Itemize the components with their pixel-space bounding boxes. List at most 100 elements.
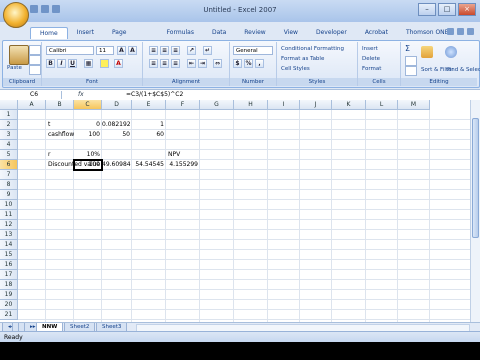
row-header-4[interactable]: 4 bbox=[0, 140, 18, 150]
row-header-7[interactable]: 7 bbox=[0, 170, 18, 180]
cell-f5[interactable]: NPV bbox=[168, 150, 180, 160]
worksheet-grid[interactable]: A B C D E F G H I J K L M 1 2 3 4 5 6 7 8 9 10 11 12 13 14 15 16 17 18… bbox=[0, 100, 470, 322]
row-header-12[interactable]: 12 bbox=[0, 220, 18, 230]
formula-input[interactable]: =C3/(1+$C$5)^C2 bbox=[126, 91, 183, 99]
row-header-19[interactable]: 19 bbox=[0, 290, 18, 300]
paste-button[interactable]: Paste bbox=[7, 65, 22, 71]
cell-b5[interactable]: r bbox=[48, 150, 50, 160]
vertical-scroll-thumb[interactable] bbox=[472, 118, 479, 238]
column-header-i[interactable]: I bbox=[268, 100, 300, 110]
cell-styles-button[interactable]: Cell Styles bbox=[281, 65, 310, 74]
save-icon[interactable] bbox=[30, 5, 38, 13]
cell-c2[interactable]: 0 bbox=[74, 120, 102, 130]
tab-home[interactable]: Home bbox=[30, 27, 68, 39]
column-header-h[interactable]: H bbox=[234, 100, 268, 110]
help-icon[interactable] bbox=[447, 28, 454, 35]
borders-icon[interactable]: ▦ bbox=[84, 59, 93, 68]
row-header-20[interactable]: 20 bbox=[0, 300, 18, 310]
cell-d6[interactable]: 49.60984 bbox=[102, 160, 132, 170]
find-select-label[interactable]: Find & Select bbox=[447, 66, 480, 75]
close-workbook-icon[interactable] bbox=[467, 28, 474, 35]
insert-cells-button[interactable]: Insert bbox=[362, 45, 378, 54]
clear-icon[interactable] bbox=[405, 66, 417, 76]
autosum-button[interactable]: Σ bbox=[405, 44, 410, 53]
font-size-select[interactable]: 11 bbox=[96, 46, 114, 55]
cut-icon[interactable] bbox=[29, 45, 41, 55]
align-top-icon[interactable]: ≡ bbox=[149, 46, 158, 55]
column-header-c[interactable]: C bbox=[74, 100, 102, 110]
redo-icon[interactable] bbox=[52, 5, 60, 13]
row-header-17[interactable]: 17 bbox=[0, 270, 18, 280]
tab-data[interactable]: Data bbox=[203, 27, 235, 39]
conditional-formatting-button[interactable]: Conditional Formatting bbox=[281, 45, 344, 54]
row-header-14[interactable]: 14 bbox=[0, 240, 18, 250]
column-header-f[interactable]: F bbox=[166, 100, 200, 110]
percent-button[interactable]: % bbox=[244, 59, 253, 68]
cell-e6[interactable]: 54.54545 bbox=[132, 160, 166, 170]
decrease-indent-icon[interactable]: ⇤ bbox=[187, 59, 196, 68]
row-header-15[interactable]: 15 bbox=[0, 250, 18, 260]
row-header-13[interactable]: 13 bbox=[0, 230, 18, 240]
row-header-9[interactable]: 9 bbox=[0, 190, 18, 200]
row-header-16[interactable]: 16 bbox=[0, 260, 18, 270]
increase-indent-icon[interactable]: ⇥ bbox=[198, 59, 207, 68]
column-header-a[interactable]: A bbox=[18, 100, 46, 110]
row-header-18[interactable]: 18 bbox=[0, 280, 18, 290]
format-as-table-button[interactable]: Format as Table bbox=[281, 55, 324, 64]
fill-color-icon[interactable] bbox=[100, 59, 109, 68]
row-header-2[interactable]: 2 bbox=[0, 120, 18, 130]
wrap-text-icon[interactable]: ↵ bbox=[203, 46, 212, 55]
select-all-corner[interactable] bbox=[0, 100, 18, 110]
tab-developer[interactable]: Developer bbox=[307, 27, 356, 39]
cell-b2[interactable]: t bbox=[48, 120, 50, 130]
cell-f6[interactable]: 4.155299 bbox=[166, 160, 200, 170]
undo-icon[interactable] bbox=[41, 5, 49, 13]
format-painter-icon[interactable] bbox=[29, 65, 41, 75]
shrink-font-icon[interactable]: A bbox=[128, 46, 137, 55]
name-box[interactable]: C6 bbox=[2, 91, 62, 99]
column-header-g[interactable]: G bbox=[200, 100, 234, 110]
tab-acrobat[interactable]: Acrobat bbox=[356, 27, 397, 39]
tab-formulas[interactable]: Formulas bbox=[158, 27, 203, 39]
font-color-icon[interactable]: A bbox=[114, 59, 123, 68]
comma-button[interactable]: , bbox=[255, 59, 264, 68]
vertical-scrollbar[interactable] bbox=[470, 100, 480, 322]
cell-e2[interactable]: 1 bbox=[132, 120, 166, 130]
column-header-j[interactable]: J bbox=[300, 100, 332, 110]
cell-d2[interactable]: 0.082192 bbox=[102, 120, 132, 130]
column-header-b[interactable]: B bbox=[46, 100, 74, 110]
font-name-select[interactable]: Calibri bbox=[46, 46, 94, 55]
bold-button[interactable]: B bbox=[46, 59, 55, 68]
column-header-e[interactable]: E bbox=[132, 100, 166, 110]
align-center-icon[interactable]: ≡ bbox=[160, 59, 169, 68]
orientation-icon[interactable]: ↗ bbox=[187, 46, 196, 55]
row-header-3[interactable]: 3 bbox=[0, 130, 18, 140]
column-header-l[interactable]: L bbox=[366, 100, 398, 110]
row-header-21[interactable]: 21 bbox=[0, 310, 18, 320]
currency-button[interactable]: $ bbox=[233, 59, 242, 68]
column-header-d[interactable]: D bbox=[102, 100, 132, 110]
row-header-10[interactable]: 10 bbox=[0, 200, 18, 210]
row-header-6[interactable]: 6 bbox=[0, 160, 18, 170]
office-button[interactable] bbox=[3, 2, 29, 28]
column-header-k[interactable]: K bbox=[332, 100, 366, 110]
cell-c3[interactable]: 100 bbox=[74, 130, 102, 140]
minimize-workbook-icon[interactable] bbox=[457, 28, 464, 35]
grow-font-icon[interactable]: A bbox=[117, 46, 126, 55]
row-header-11[interactable]: 11 bbox=[0, 210, 18, 220]
tab-insert[interactable]: Insert bbox=[68, 27, 103, 39]
cell-e3[interactable]: 60 bbox=[132, 130, 166, 140]
number-format-select[interactable]: General bbox=[233, 46, 273, 55]
align-left-icon[interactable]: ≡ bbox=[149, 59, 158, 68]
tab-review[interactable]: Review bbox=[235, 27, 274, 39]
delete-cells-button[interactable]: Delete bbox=[362, 55, 380, 64]
underline-button[interactable]: U bbox=[68, 59, 77, 68]
align-middle-icon[interactable]: ≡ bbox=[160, 46, 169, 55]
format-cells-button[interactable]: Format bbox=[362, 65, 381, 74]
cell-b3[interactable]: cashflow bbox=[48, 130, 74, 140]
row-header-8[interactable]: 8 bbox=[0, 180, 18, 190]
row-header-5[interactable]: 5 bbox=[0, 150, 18, 160]
row-header-1[interactable]: 1 bbox=[0, 110, 18, 120]
align-bottom-icon[interactable]: ≡ bbox=[171, 46, 180, 55]
merge-center-icon[interactable]: ⇔ bbox=[213, 59, 222, 68]
